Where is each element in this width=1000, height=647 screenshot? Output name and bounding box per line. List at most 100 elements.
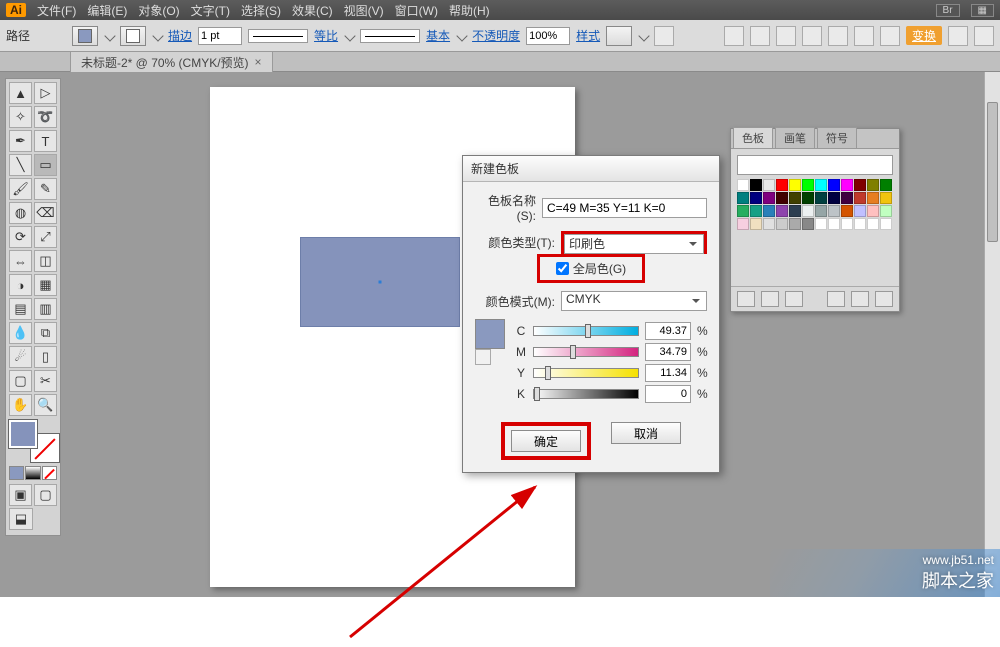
swatch-cell[interactable] bbox=[867, 205, 879, 217]
delete-swatch-icon[interactable] bbox=[875, 291, 893, 307]
swatch-cell[interactable] bbox=[802, 192, 814, 204]
document-tab[interactable]: 未标题-2* @ 70% (CMYK/预览) × bbox=[70, 51, 273, 73]
swatch-cell[interactable] bbox=[802, 218, 814, 230]
k-input[interactable] bbox=[645, 385, 691, 403]
topbar-extra-1[interactable]: Br bbox=[936, 4, 960, 17]
eyedropper-tool[interactable]: 💧 bbox=[9, 322, 32, 344]
align-3[interactable] bbox=[776, 26, 796, 46]
selection-tool[interactable]: ▲ bbox=[9, 82, 32, 104]
line-tool[interactable]: ╲ bbox=[9, 154, 32, 176]
artboard-tool[interactable]: ▢ bbox=[9, 370, 32, 392]
swatch-cell[interactable] bbox=[841, 205, 853, 217]
ok-button[interactable]: 确定 bbox=[511, 430, 581, 452]
stroke-dropdown-icon[interactable] bbox=[152, 30, 163, 41]
profile-drop-icon[interactable] bbox=[456, 30, 467, 41]
swatch-cell[interactable] bbox=[841, 218, 853, 230]
swatch-cell[interactable] bbox=[880, 205, 892, 217]
optbar-ico-1[interactable] bbox=[654, 26, 674, 46]
swatch-cell[interactable] bbox=[815, 205, 827, 217]
swatch-kind-icon[interactable] bbox=[761, 291, 779, 307]
blob-tool[interactable]: ◍ bbox=[9, 202, 32, 224]
menu-help[interactable]: 帮助(H) bbox=[449, 2, 490, 19]
stroke-dash-preview[interactable] bbox=[248, 29, 308, 43]
pencil-tool[interactable]: ✎ bbox=[34, 178, 57, 200]
stroke-swatch[interactable] bbox=[120, 26, 146, 46]
align-6[interactable] bbox=[854, 26, 874, 46]
swatch-cell[interactable] bbox=[841, 192, 853, 204]
swatch-cell[interactable] bbox=[776, 179, 788, 191]
swatch-cell[interactable] bbox=[802, 179, 814, 191]
stroke-link[interactable]: 描边 bbox=[168, 27, 192, 44]
fill-swatch[interactable] bbox=[72, 26, 98, 46]
swatch-cell[interactable] bbox=[880, 192, 892, 204]
opacity-input[interactable] bbox=[526, 27, 570, 45]
rectangle-tool[interactable]: ▭ bbox=[34, 154, 57, 176]
swatch-cell[interactable] bbox=[802, 205, 814, 217]
swatch-cell[interactable] bbox=[789, 179, 801, 191]
width-tool[interactable]: ⇔ bbox=[9, 250, 32, 272]
panel-tab-brushes[interactable]: 画笔 bbox=[775, 127, 815, 148]
screen-mode-2[interactable]: ▢ bbox=[34, 484, 57, 506]
dash-drop-icon[interactable] bbox=[344, 30, 355, 41]
blend-tool[interactable]: ⧉ bbox=[34, 322, 57, 344]
dash-label[interactable]: 等比 bbox=[314, 27, 338, 44]
swatch-cell[interactable] bbox=[776, 205, 788, 217]
scale-tool[interactable]: ⤢ bbox=[34, 226, 57, 248]
k-slider[interactable] bbox=[533, 389, 639, 399]
close-tab-icon[interactable]: × bbox=[255, 55, 262, 69]
color-mode-select[interactable]: CMYK bbox=[561, 291, 707, 311]
swatch-cell[interactable] bbox=[880, 179, 892, 191]
color-mode-none[interactable] bbox=[42, 466, 57, 480]
swatch-cell[interactable] bbox=[789, 205, 801, 217]
align-4[interactable] bbox=[802, 26, 822, 46]
swatch-cell[interactable] bbox=[828, 192, 840, 204]
swatch-cell[interactable] bbox=[750, 205, 762, 217]
opt-extra-1[interactable] bbox=[948, 26, 968, 46]
new-group-icon[interactable] bbox=[827, 291, 845, 307]
swatch-cell[interactable] bbox=[750, 218, 762, 230]
transform-button[interactable]: 变换 bbox=[906, 26, 942, 45]
magic-wand-tool[interactable]: ✧ bbox=[9, 106, 32, 128]
free-transform-tool[interactable]: ◫ bbox=[34, 250, 57, 272]
swatch-cell[interactable] bbox=[776, 218, 788, 230]
menu-text[interactable]: 文字(T) bbox=[191, 2, 230, 19]
y-input[interactable] bbox=[645, 364, 691, 382]
cancel-button[interactable]: 取消 bbox=[611, 422, 681, 444]
hand-tool[interactable]: ✋ bbox=[9, 394, 32, 416]
menu-window[interactable]: 窗口(W) bbox=[395, 2, 438, 19]
style-link[interactable]: 样式 bbox=[576, 27, 600, 44]
swatch-preview-row[interactable] bbox=[737, 155, 893, 175]
swatch-cell[interactable] bbox=[828, 205, 840, 217]
swatch-cell[interactable] bbox=[763, 205, 775, 217]
swatch-cell[interactable] bbox=[815, 179, 827, 191]
mesh-tool[interactable]: ▤ bbox=[9, 298, 32, 320]
opacity-link[interactable]: 不透明度 bbox=[472, 27, 520, 44]
swatch-cell[interactable] bbox=[789, 192, 801, 204]
topbar-extra-2[interactable]: ▦ bbox=[971, 4, 994, 17]
swatch-options-icon[interactable] bbox=[785, 291, 803, 307]
c-slider[interactable] bbox=[533, 326, 639, 336]
swatch-cell[interactable] bbox=[789, 218, 801, 230]
swatch-lib-icon[interactable] bbox=[737, 291, 755, 307]
profile-label[interactable]: 基本 bbox=[426, 27, 450, 44]
global-color-checkbox[interactable] bbox=[556, 262, 569, 275]
perspective-tool[interactable]: ▦ bbox=[34, 274, 57, 296]
swatch-cell[interactable] bbox=[828, 179, 840, 191]
swatch-cell[interactable] bbox=[750, 192, 762, 204]
align-2[interactable] bbox=[750, 26, 770, 46]
swatch-cell[interactable] bbox=[815, 218, 827, 230]
swatch-cell[interactable] bbox=[854, 179, 866, 191]
swatch-cell[interactable] bbox=[815, 192, 827, 204]
color-type-select[interactable]: 印刷色 bbox=[564, 234, 704, 254]
fill-stroke-indicator[interactable] bbox=[9, 420, 59, 462]
screen-mode-3[interactable]: ⬓ bbox=[9, 508, 33, 530]
menu-effect[interactable]: 效果(C) bbox=[292, 2, 333, 19]
stroke-profile-preview[interactable] bbox=[360, 29, 420, 43]
color-mode-solid[interactable] bbox=[9, 466, 24, 480]
new-swatch-icon[interactable] bbox=[851, 291, 869, 307]
swatch-cell[interactable] bbox=[737, 218, 749, 230]
swatch-cell[interactable] bbox=[828, 218, 840, 230]
eraser-tool[interactable]: ⌫ bbox=[34, 202, 57, 224]
symbol-tool[interactable]: ☄ bbox=[9, 346, 32, 368]
swatch-name-input[interactable] bbox=[542, 198, 707, 218]
